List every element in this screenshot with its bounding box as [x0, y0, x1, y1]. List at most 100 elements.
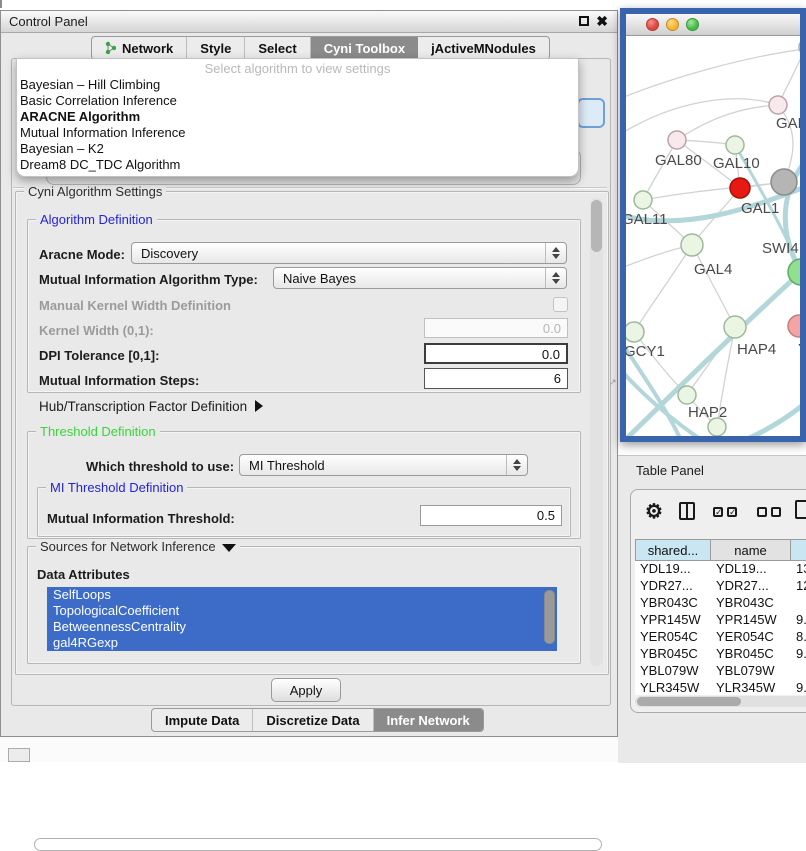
- settings-vertical-scrollbar[interactable]: [590, 198, 603, 666]
- checked-checkbox-icon[interactable]: ✓: [727, 507, 737, 517]
- tab-impute-data[interactable]: Impute Data: [152, 709, 253, 731]
- network-node[interactable]: [788, 315, 800, 337]
- network-edge[interactable]: [692, 245, 735, 327]
- mi-algorithm-type-select[interactable]: Naive Bayes: [273, 267, 567, 289]
- mi-threshold-field[interactable]: 0.5: [420, 505, 562, 526]
- pane-resize-handle[interactable]: ↗: [609, 377, 617, 388]
- table-cell[interactable]: YBL079W: [635, 663, 711, 680]
- minimized-panel-button[interactable]: [8, 748, 30, 762]
- network-canvas[interactable]: GALGAL80GAL10GAL1GAL11GAL4SWI4HAP4YGCY1H…: [626, 35, 800, 436]
- network-node[interactable]: [730, 178, 750, 198]
- network-edge[interactable]: [643, 140, 677, 200]
- float-window-icon[interactable]: [579, 16, 589, 26]
- network-edge[interactable]: [677, 105, 778, 140]
- data-attribute-item[interactable]: BetweennessCentrality: [47, 619, 557, 635]
- unchecked-checkbox-icon[interactable]: [757, 507, 767, 517]
- aracne-mode-select[interactable]: Discovery: [131, 242, 567, 264]
- table-cell[interactable]: YBR045C: [711, 646, 791, 663]
- algorithm-option[interactable]: Bayesian – K2: [17, 141, 578, 157]
- data-attribute-item[interactable]: gal4RGexp: [47, 635, 557, 651]
- scrollbar-thumb[interactable]: [591, 200, 602, 252]
- table-cell[interactable]: YDL19...: [711, 561, 791, 578]
- mac-close-button[interactable]: [646, 18, 659, 31]
- table-cell[interactable]: 9.: [791, 612, 806, 629]
- algorithm-option[interactable]: Dream8 DC_TDC Algorithm: [17, 157, 578, 173]
- scrollbar-thumb[interactable]: [637, 697, 741, 706]
- table-cell[interactable]: YER054C: [635, 629, 711, 646]
- network-edge[interactable]: [634, 245, 692, 332]
- table-cell[interactable]: YLR345W: [711, 680, 791, 695]
- tab-style[interactable]: Style: [187, 37, 245, 59]
- control-panel-titlebar[interactable]: Control Panel ✖: [1, 11, 617, 33]
- unchecked-checkbox-icon[interactable]: [771, 507, 781, 517]
- data-attribute-item[interactable]: SelfLoops: [47, 587, 557, 603]
- table-row[interactable]: YDR27...YDR27...12: [635, 578, 806, 595]
- tab-infer-network[interactable]: Infer Network: [374, 709, 483, 731]
- table-cell[interactable]: [791, 663, 806, 680]
- table-row[interactable]: YPR145WYPR145W9.: [635, 612, 806, 629]
- tab-network[interactable]: Network: [92, 37, 187, 59]
- document-icon[interactable]: [795, 500, 806, 519]
- tab-select[interactable]: Select: [245, 37, 310, 59]
- network-node[interactable]: [726, 136, 744, 154]
- network-node[interactable]: [634, 191, 652, 209]
- table-cell[interactable]: 12: [791, 578, 806, 595]
- network-edge[interactable]: [626, 49, 800, 97]
- mi-steps-field[interactable]: 6: [424, 368, 568, 389]
- table-cell[interactable]: YBR043C: [635, 595, 711, 612]
- table-cell[interactable]: YPR145W: [711, 612, 791, 629]
- table-cell[interactable]: YDR27...: [635, 578, 711, 595]
- table-cell[interactable]: 9.: [791, 646, 806, 663]
- table-row[interactable]: YBL079WYBL079W: [635, 663, 806, 680]
- tab-discretize-data[interactable]: Discretize Data: [253, 709, 373, 731]
- algorithm-option[interactable]: Bayesian – Hill Climbing: [17, 77, 578, 93]
- dpi-tolerance-field[interactable]: 0.0: [424, 343, 568, 364]
- mac-zoom-button[interactable]: [686, 18, 699, 31]
- table-cell[interactable]: YBR045C: [635, 646, 711, 663]
- focused-button-behind-dropdown[interactable]: [577, 98, 605, 128]
- table-cell[interactable]: YDR27...: [711, 578, 791, 595]
- table-cell[interactable]: YER054C: [711, 629, 791, 646]
- checked-checkbox-icon[interactable]: ✓: [713, 507, 723, 517]
- settings-horizontal-scrollbar[interactable]: [34, 838, 602, 851]
- table-cell[interactable]: YBR043C: [711, 595, 791, 612]
- table-cell[interactable]: YPR145W: [635, 612, 711, 629]
- network-edge[interactable]: [626, 99, 778, 132]
- network-node[interactable]: [626, 322, 644, 342]
- data-attribute-item[interactable]: TopologicalCoefficient: [47, 603, 557, 619]
- table-cell[interactable]: [791, 595, 806, 612]
- which-threshold-select[interactable]: MI Threshold: [239, 454, 528, 476]
- network-node[interactable]: [799, 39, 800, 55]
- hub-definition-expander[interactable]: Hub/Transcription Factor Definition: [39, 399, 263, 414]
- apply-button[interactable]: Apply: [271, 678, 341, 702]
- network-node[interactable]: [681, 234, 703, 256]
- tab-jactivemnodules[interactable]: jActiveMNodules: [418, 37, 549, 59]
- table-cell[interactable]: 8.: [791, 629, 806, 646]
- column-header-partial[interactable]: A: [791, 539, 806, 561]
- table-cell[interactable]: YBL079W: [711, 663, 791, 680]
- manual-kernel-width-checkbox[interactable]: [553, 297, 568, 312]
- list-scrollbar-thumb[interactable]: [544, 590, 555, 644]
- data-attributes-list[interactable]: SelfLoopsTopologicalCoefficientBetweenne…: [47, 587, 557, 651]
- network-node[interactable]: [668, 131, 686, 149]
- table-cell[interactable]: YLR345W: [635, 680, 711, 695]
- table-cell[interactable]: YDL19...: [635, 561, 711, 578]
- close-icon[interactable]: ✖: [596, 15, 608, 27]
- table-row[interactable]: YBR043CYBR043C: [635, 595, 806, 612]
- tab-cyni-toolbox[interactable]: Cyni Toolbox: [311, 37, 418, 59]
- mac-minimize-button[interactable]: [666, 18, 679, 31]
- network-edge[interactable]: [729, 399, 800, 436]
- table-row[interactable]: YBR045CYBR045C9.: [635, 646, 806, 663]
- algorithm-option[interactable]: ARACNE Algorithm: [17, 109, 578, 125]
- network-node[interactable]: [678, 386, 696, 404]
- network-graph[interactable]: GALGAL80GAL10GAL1GAL11GAL4SWI4HAP4YGCY1H…: [626, 35, 800, 436]
- algorithm-option[interactable]: Basic Correlation Inference: [17, 93, 578, 109]
- network-node[interactable]: [771, 169, 797, 195]
- network-node[interactable]: [708, 418, 726, 436]
- column-header-name[interactable]: name: [711, 539, 791, 561]
- algorithm-option[interactable]: Mutual Information Inference: [17, 125, 578, 141]
- columns-icon[interactable]: [679, 502, 695, 520]
- column-header-shared-name[interactable]: shared...: [635, 539, 711, 561]
- table-cell[interactable]: 9.: [791, 680, 806, 695]
- table-row[interactable]: YER054CYER054C8.: [635, 629, 806, 646]
